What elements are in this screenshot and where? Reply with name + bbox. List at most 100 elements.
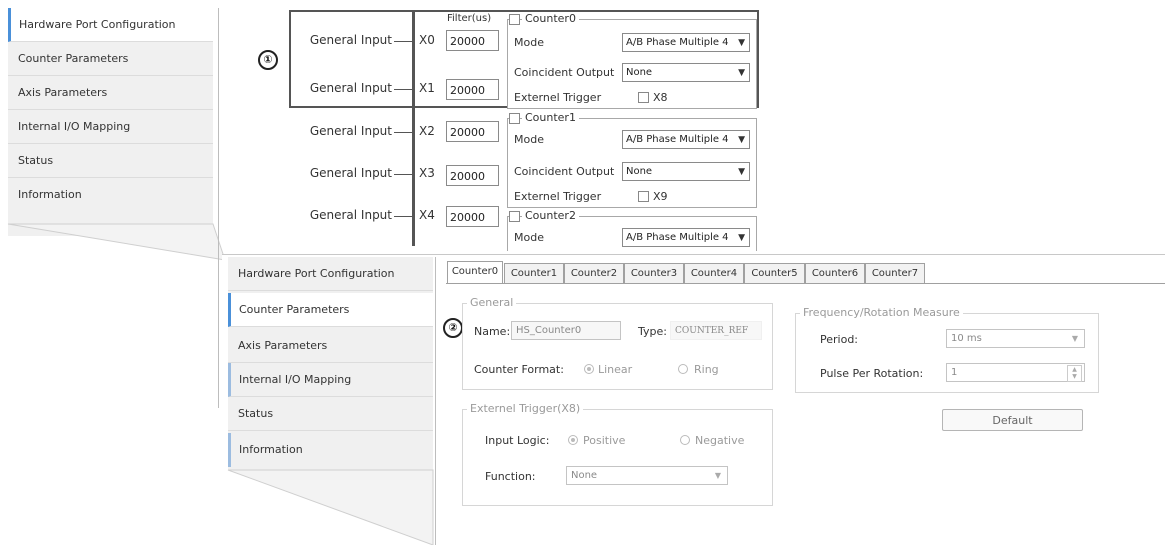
port-label: X1 bbox=[419, 81, 435, 95]
input-logic-label: Input Logic: bbox=[485, 434, 550, 447]
general-group bbox=[462, 303, 773, 390]
nav-bottom-axis-parameters[interactable]: Axis Parameters bbox=[228, 329, 433, 363]
mode-label: Mode bbox=[514, 133, 544, 146]
coincident-label: Coincident Output bbox=[514, 165, 615, 178]
filter-input-x0[interactable]: 20000 bbox=[446, 30, 499, 51]
mode-value: A/B Phase Multiple 4 bbox=[626, 232, 729, 243]
general-title: General bbox=[467, 296, 517, 309]
filter-input-x2[interactable]: 20000 bbox=[446, 121, 499, 142]
nav-top-counter-parameters[interactable]: Counter Parameters bbox=[8, 42, 213, 76]
function-select[interactable]: None ▼ bbox=[566, 466, 728, 485]
general-input-label: General Input bbox=[309, 124, 392, 138]
nav-top-axis-parameters[interactable]: Axis Parameters bbox=[8, 76, 213, 110]
trigger-group bbox=[462, 409, 773, 506]
chevron-down-icon: ▼ bbox=[738, 135, 745, 145]
type-label: Type: bbox=[638, 325, 667, 338]
counter0-coincident-select[interactable]: None ▼ bbox=[622, 63, 750, 82]
wire bbox=[394, 216, 412, 217]
filter-header: Filter(us) bbox=[447, 13, 492, 24]
wire bbox=[394, 174, 412, 175]
wire bbox=[394, 41, 412, 42]
nav-bottom-internal-io[interactable]: Internal I/O Mapping bbox=[228, 363, 433, 397]
default-button[interactable]: Default bbox=[942, 409, 1083, 431]
mode-value: A/B Phase Multiple 4 bbox=[626, 37, 729, 48]
bottom-nav-divider bbox=[435, 257, 436, 545]
trigger-group-title: Externel Trigger(X8) bbox=[467, 402, 584, 415]
trigger-port: X9 bbox=[653, 190, 668, 203]
period-select[interactable]: 10 ms ▼ bbox=[946, 329, 1085, 348]
counter0-mode-select[interactable]: A/B Phase Multiple 4 ▼ bbox=[622, 33, 750, 52]
counter1-coincident-select[interactable]: None ▼ bbox=[622, 162, 750, 181]
nav-top-hardware-port[interactable]: Hardware Port Configuration bbox=[8, 8, 213, 42]
chevron-down-icon: ▼ bbox=[1071, 334, 1078, 343]
mode-value: A/B Phase Multiple 4 bbox=[626, 134, 729, 145]
chevron-down-icon: ▼ bbox=[738, 68, 745, 78]
nav-bottom-status[interactable]: Status bbox=[228, 397, 433, 431]
positive-label: Positive bbox=[583, 434, 626, 447]
coincident-value: None bbox=[626, 67, 653, 78]
tab-counter1[interactable]: Counter1 bbox=[504, 263, 564, 283]
name-label: Name: bbox=[474, 325, 511, 338]
nav-top-internal-io[interactable]: Internal I/O Mapping bbox=[8, 110, 213, 144]
chevron-down-icon: ▼ bbox=[714, 471, 721, 480]
tab-counter2[interactable]: Counter2 bbox=[564, 263, 624, 283]
function-value: None bbox=[571, 470, 598, 481]
counter1-title: Counter1 bbox=[522, 111, 579, 124]
function-label: Function: bbox=[485, 470, 536, 483]
counter2-checkbox[interactable] bbox=[509, 211, 520, 222]
ppr-spinner[interactable]: 1 ▲ ▼ bbox=[946, 363, 1085, 382]
nav-bottom-information[interactable]: Information bbox=[228, 433, 433, 467]
trigger-port: X8 bbox=[653, 91, 668, 104]
tab-counter5[interactable]: Counter5 bbox=[744, 263, 805, 283]
radio-positive[interactable] bbox=[568, 435, 578, 445]
counter1-mode-select[interactable]: A/B Phase Multiple 4 ▼ bbox=[622, 130, 750, 149]
radio-linear[interactable] bbox=[584, 364, 594, 374]
port-label: X4 bbox=[419, 208, 435, 222]
name-field[interactable]: HS_Counter0 bbox=[511, 321, 621, 340]
chevron-down-icon: ▼ bbox=[738, 167, 745, 177]
negative-label: Negative bbox=[695, 434, 745, 447]
nav-bottom-hardware-port[interactable]: Hardware Port Configuration bbox=[228, 257, 433, 291]
ppr-value: 1 bbox=[951, 367, 958, 378]
tab-counter3[interactable]: Counter3 bbox=[624, 263, 684, 283]
chevron-down-icon: ▼ bbox=[738, 233, 745, 243]
filter-input-x1[interactable]: 20000 bbox=[446, 79, 499, 100]
nav-bottom-counter-parameters[interactable]: Counter Parameters bbox=[228, 293, 433, 327]
input-bus-line bbox=[412, 10, 415, 246]
general-input-label: General Input bbox=[309, 166, 392, 180]
period-value: 10 ms bbox=[951, 333, 982, 344]
tab-counter4[interactable]: Counter4 bbox=[684, 263, 744, 283]
tab-panel-border bbox=[446, 283, 1165, 284]
nav-top-status[interactable]: Status bbox=[8, 144, 213, 178]
callout-2: ② bbox=[443, 318, 463, 338]
counter-format-label: Counter Format: bbox=[474, 363, 564, 376]
tab-counter0[interactable]: Counter0 bbox=[447, 261, 503, 283]
counter0-checkbox[interactable] bbox=[509, 14, 520, 25]
linear-label: Linear bbox=[598, 363, 633, 376]
wire bbox=[394, 89, 412, 90]
tab-counter6[interactable]: Counter6 bbox=[805, 263, 865, 283]
top-nav-divider bbox=[218, 8, 219, 408]
wire bbox=[394, 132, 412, 133]
filter-input-x4[interactable]: 20000 bbox=[446, 206, 499, 227]
filter-input-x3[interactable]: 20000 bbox=[446, 165, 499, 186]
general-input-label: General Input bbox=[309, 81, 392, 95]
mode-label: Mode bbox=[514, 231, 544, 244]
frequency-title: Frequency/Rotation Measure bbox=[800, 306, 963, 319]
trigger-label: Externel Trigger bbox=[514, 91, 602, 104]
counter2-mode-select[interactable]: A/B Phase Multiple 4 ▼ bbox=[622, 228, 750, 247]
lower-window-top-border bbox=[222, 254, 1165, 255]
trigger-checkbox[interactable] bbox=[638, 92, 649, 103]
nav-top-information[interactable]: Information bbox=[8, 178, 213, 212]
ring-label: Ring bbox=[694, 363, 719, 376]
spinner-arrows-icon[interactable]: ▲ ▼ bbox=[1067, 365, 1082, 382]
callout-1: ① bbox=[258, 50, 278, 70]
port-label: X3 bbox=[419, 166, 435, 180]
radio-ring[interactable] bbox=[678, 364, 688, 374]
trigger-checkbox[interactable] bbox=[638, 191, 649, 202]
counter1-checkbox[interactable] bbox=[509, 113, 520, 124]
radio-negative[interactable] bbox=[680, 435, 690, 445]
tab-counter7[interactable]: Counter7 bbox=[865, 263, 925, 283]
port-label: X0 bbox=[419, 33, 435, 47]
type-field: COUNTER_REF bbox=[670, 321, 762, 340]
